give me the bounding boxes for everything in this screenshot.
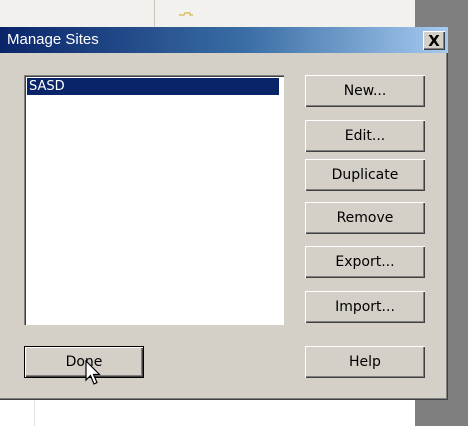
- background-toolbar: [0, 0, 415, 27]
- import-button[interactable]: Import...: [305, 291, 425, 323]
- export-button[interactable]: Export...: [305, 246, 425, 278]
- folder-icon: [179, 12, 193, 16]
- title-bar[interactable]: Manage Sites X: [0, 27, 448, 53]
- remove-button[interactable]: Remove: [305, 202, 425, 234]
- help-button[interactable]: Help: [305, 346, 425, 378]
- close-button[interactable]: X: [423, 31, 445, 50]
- background-divider: [154, 0, 155, 27]
- dialog-title: Manage Sites: [7, 31, 99, 48]
- background-workspace: [0, 400, 415, 426]
- manage-sites-dialog: Manage Sites X SASD New... Edit... Dupli…: [0, 27, 448, 400]
- edit-button[interactable]: Edit...: [305, 120, 425, 152]
- list-item-site[interactable]: SASD: [27, 78, 279, 95]
- close-icon: X: [428, 31, 440, 50]
- new-button[interactable]: New...: [305, 75, 425, 107]
- sites-list[interactable]: SASD: [24, 75, 284, 325]
- arrow-cursor-icon: [85, 360, 101, 385]
- done-button[interactable]: Done: [24, 346, 144, 378]
- duplicate-button[interactable]: Duplicate: [305, 159, 425, 191]
- background-divider-lower: [34, 400, 35, 426]
